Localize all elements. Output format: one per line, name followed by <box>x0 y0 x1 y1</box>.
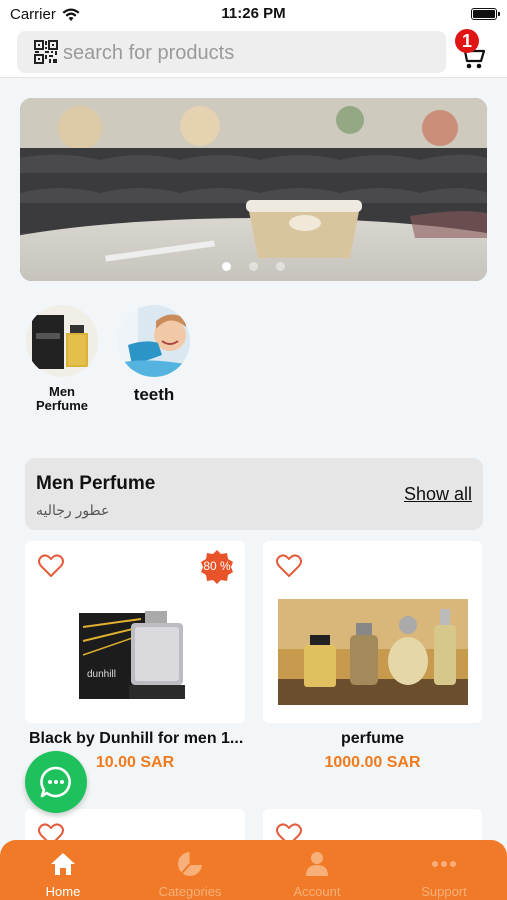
tab-categories[interactable]: Categories <box>127 840 253 900</box>
banner-pagination <box>20 258 487 276</box>
top-header: search for products 1 <box>0 28 507 78</box>
section-header: Men Perfume عطور رجاليه Show all <box>25 458 483 530</box>
pie-chart-icon <box>178 851 203 876</box>
dental-patient-icon <box>118 305 190 377</box>
category-image <box>26 305 98 377</box>
home-icon <box>51 853 75 875</box>
cart-button[interactable]: 1 <box>455 29 495 72</box>
qr-code-icon[interactable] <box>34 40 58 64</box>
pagination-dot[interactable] <box>249 262 258 271</box>
product-name[interactable]: Black by Dunhill for men 1... <box>29 730 243 748</box>
whatsapp-chat-button[interactable] <box>25 751 87 813</box>
perfume-bottle-icon <box>26 305 98 377</box>
battery-icon <box>471 8 500 20</box>
tab-support[interactable]: Support <box>381 840 507 900</box>
clock: 11:26 PM <box>221 5 286 22</box>
pagination-dot[interactable] <box>276 262 286 271</box>
tab-label: Home <box>45 884 81 899</box>
search-bar[interactable]: search for products <box>17 31 446 73</box>
show-all-link[interactable]: Show all <box>404 484 472 505</box>
category-teeth[interactable]: teeth <box>114 305 194 405</box>
product-card[interactable]: 80 % dunhill <box>25 541 245 723</box>
tab-home[interactable]: Home <box>0 840 126 900</box>
discount-label: 80 % <box>203 559 231 573</box>
section-subtitle: عطور رجاليه <box>36 502 110 518</box>
tab-account[interactable]: Account <box>254 840 380 900</box>
category-label: Men Perfume <box>35 384 89 413</box>
tab-label: Categories <box>158 884 222 899</box>
banner-image <box>20 98 487 281</box>
favorite-heart-icon[interactable] <box>38 554 64 578</box>
status-bar: Carrier 11:26 PM <box>0 0 507 28</box>
product-card[interactable] <box>263 541 482 723</box>
whatsapp-icon <box>40 766 71 798</box>
cart-count-badge: 1 <box>455 29 479 53</box>
product-name[interactable]: perfume <box>263 730 482 748</box>
more-icon <box>432 861 456 867</box>
svg-text:dunhill: dunhill <box>87 669 116 680</box>
product-price: 1000.00 SAR <box>324 754 421 771</box>
product-image <box>278 599 468 705</box>
category-image <box>118 305 190 377</box>
tab-label: Account <box>293 884 341 899</box>
category-men-perfume[interactable]: Men Perfume <box>22 305 102 413</box>
favorite-heart-icon[interactable] <box>276 554 302 578</box>
pagination-dot-active[interactable] <box>221 262 231 271</box>
category-label: teeth <box>133 385 175 404</box>
tab-label: Support <box>421 884 467 899</box>
product-image: dunhill <box>79 611 185 699</box>
section-title: Men Perfume <box>36 473 156 494</box>
user-icon <box>306 852 328 876</box>
promo-banner[interactable] <box>20 98 487 281</box>
search-input[interactable]: search for products <box>63 42 234 65</box>
bottom-tab-bar: Home Categories Account Support <box>0 840 507 900</box>
